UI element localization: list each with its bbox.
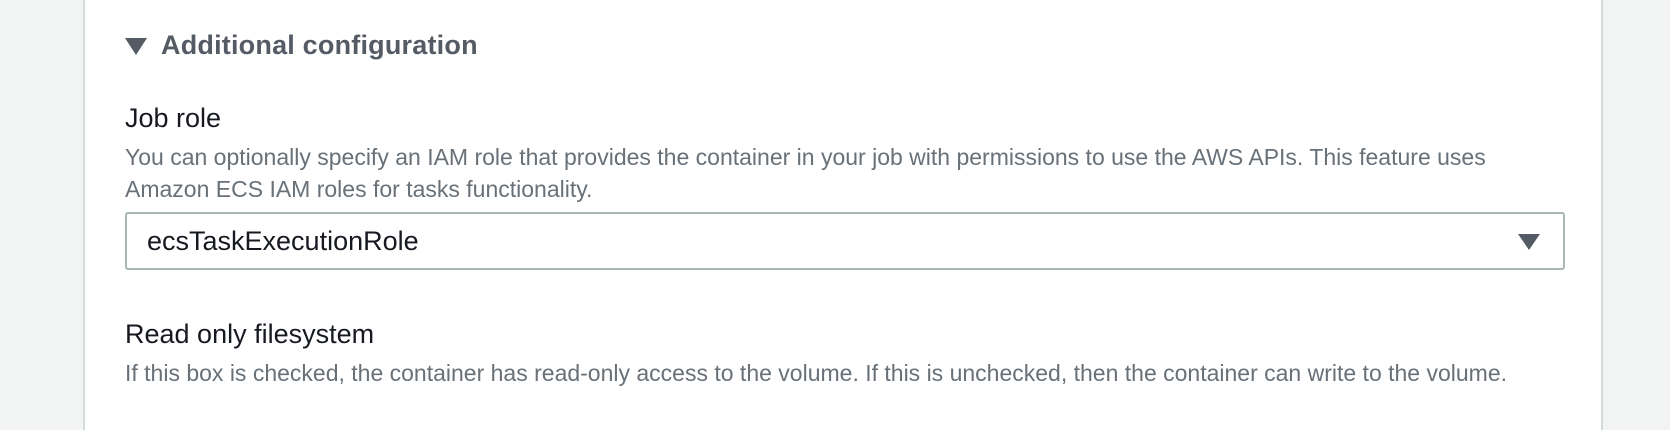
- job-role-field: Job role You can optionally specify an I…: [125, 102, 1567, 270]
- job-role-select[interactable]: ecsTaskExecutionRole: [125, 212, 1565, 270]
- job-role-selected-value: ecsTaskExecutionRole: [147, 225, 419, 256]
- job-role-description: You can optionally specify an IAM role t…: [125, 144, 1486, 202]
- additional-configuration-toggle[interactable]: Additional configuration: [125, 30, 478, 61]
- read-only-filesystem-field: Read only filesystem If this box is chec…: [125, 318, 1567, 389]
- caret-down-icon: [1518, 234, 1540, 250]
- section-title: Additional configuration: [161, 30, 478, 60]
- read-only-filesystem-description: If this box is checked, the container ha…: [125, 360, 1508, 386]
- read-only-filesystem-label: Read only filesystem: [125, 319, 375, 349]
- configuration-panel: Additional configuration Job role You ca…: [83, 0, 1603, 430]
- caret-down-icon: [125, 38, 147, 55]
- job-role-label: Job role: [125, 103, 222, 133]
